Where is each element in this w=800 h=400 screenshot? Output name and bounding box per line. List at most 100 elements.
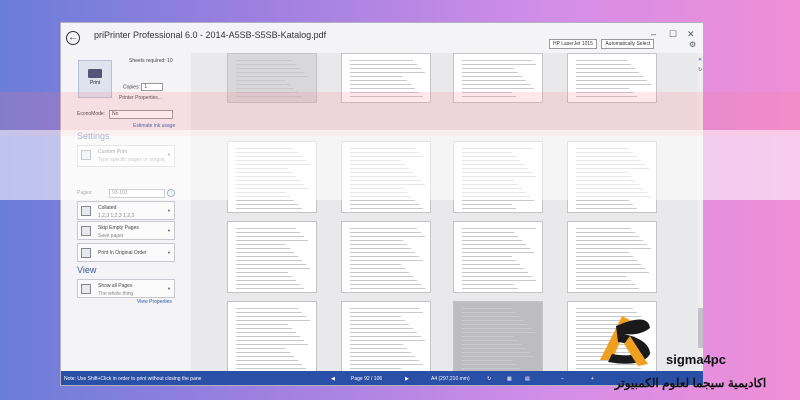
page-text-line: [576, 164, 645, 165]
page-text-line: [350, 84, 411, 85]
printer-bar: HP LaserJet 1015 Automatically Select: [549, 39, 657, 49]
custom-print-icon: [81, 150, 91, 160]
preview-scrollbar[interactable]: [697, 53, 703, 371]
page-thumbnail[interactable]: [567, 53, 657, 103]
view-grid-icon[interactable]: ▦: [507, 376, 512, 382]
page-thumbnail[interactable]: [453, 221, 543, 293]
maximize-button[interactable]: ☐: [669, 29, 677, 40]
page-thumbnail[interactable]: [227, 53, 317, 103]
page-text-line: [462, 200, 534, 201]
minimize-button[interactable]: –: [651, 29, 656, 39]
printer-properties-link[interactable]: Printer Properties...: [119, 95, 162, 101]
page-text-line: [576, 76, 643, 77]
rotate-icon[interactable]: ↻: [487, 376, 491, 382]
mode-select[interactable]: Automatically Select: [601, 39, 655, 49]
page-text-line: [350, 264, 401, 265]
page-text-line: [350, 268, 405, 269]
view-properties-link[interactable]: View Properties: [137, 299, 172, 305]
page-thumbnail[interactable]: [453, 141, 543, 213]
estimate-ink-link[interactable]: Estimate ink usage: [133, 123, 175, 129]
econo-select[interactable]: No: [109, 110, 173, 119]
settings-heading: Settings: [77, 131, 110, 141]
page-text-line: [462, 360, 512, 361]
page-text-line: [236, 64, 296, 65]
page-text-line: [236, 280, 296, 281]
page-text-line: [462, 312, 516, 313]
page-text-line: [462, 84, 530, 85]
page-thumbnail[interactable]: [227, 141, 317, 213]
custom-print-option[interactable]: Custom Print Type specific pages or rang…: [77, 145, 175, 167]
page-text-line: [462, 328, 532, 329]
page-thumbnail[interactable]: [567, 141, 657, 213]
next-page-icon[interactable]: ▶: [405, 376, 409, 382]
chevron-down-icon: ▼: [167, 250, 171, 255]
view-heading: View: [77, 265, 97, 275]
chevron-down-icon: ▼: [167, 152, 171, 157]
page-thumbnail[interactable]: [453, 53, 543, 103]
page-thumbnail[interactable]: [227, 221, 317, 293]
chevron-down-icon: ▼: [167, 228, 171, 233]
page-text-line: [576, 268, 645, 269]
page-text-line: [576, 176, 631, 177]
collated-icon: [81, 206, 91, 216]
show-all-subtitle: The whole thing: [98, 291, 134, 297]
close-pane-icon[interactable]: ✕: [698, 57, 702, 63]
view-list-icon[interactable]: ▤: [525, 376, 530, 382]
page-thumbnail[interactable]: [567, 221, 657, 293]
page-text-line: [350, 252, 415, 253]
page-text-line: [462, 68, 514, 69]
page-text-line: [462, 356, 534, 357]
page-text-line: [576, 204, 633, 205]
first-page-icon[interactable]: ◀: [331, 376, 335, 382]
page-text-line: [236, 316, 306, 317]
back-arrow-icon[interactable]: ←: [66, 31, 80, 45]
zoom-out-icon[interactable]: −: [561, 376, 564, 382]
show-all-pages-option[interactable]: Show all Pages The whole thing ▼: [77, 279, 175, 298]
show-all-title: Show all Pages: [98, 283, 133, 289]
close-button[interactable]: ✕: [687, 29, 695, 40]
page-text-line: [350, 168, 409, 169]
page-text-line: [462, 324, 528, 325]
page-text-line: [350, 332, 417, 333]
info-icon[interactable]: i: [167, 189, 175, 197]
page-text-line: [350, 348, 407, 349]
page-text-line: [576, 232, 635, 233]
pages-label: Pages:: [77, 190, 93, 196]
print-button-label: Print: [89, 80, 101, 86]
page-thumbnail[interactable]: [453, 301, 543, 371]
page-text-line: [576, 80, 647, 81]
page-text-line: [462, 72, 518, 73]
original-order-option[interactable]: Print In Original Order ▼: [77, 243, 175, 262]
page-text-line: [236, 204, 298, 205]
page-text-line: [350, 88, 415, 89]
page-thumbnail[interactable]: [341, 301, 431, 371]
scroll-thumb[interactable]: [698, 308, 703, 348]
collated-option[interactable]: Collated 1,2,3 1,2,3 1,2,3 ▼: [77, 201, 175, 220]
pages-grid-icon: [81, 284, 91, 294]
printer-select[interactable]: HP LaserJet 1015: [549, 39, 597, 49]
page-thumbnail[interactable]: [227, 301, 317, 371]
page-thumbnail[interactable]: [341, 53, 431, 103]
page-thumbnail[interactable]: [341, 221, 431, 293]
page-text-line: [576, 156, 637, 157]
page-text-line: [462, 60, 532, 61]
skip-empty-option[interactable]: Skip Empty Pages Save paper ▼: [77, 221, 175, 240]
page-text-line: [350, 92, 419, 93]
gear-icon[interactable]: ⚙: [689, 40, 696, 49]
page-text-line: [236, 244, 286, 245]
page-text-line: [350, 200, 415, 201]
page-text-line: [236, 168, 288, 169]
refresh-icon[interactable]: ↻: [698, 67, 702, 73]
page-text-line: [462, 168, 528, 169]
pages-input[interactable]: 93-102: [109, 189, 165, 198]
page-text-line: [350, 276, 413, 277]
page-text-line: [350, 160, 401, 161]
page-text-line: [462, 228, 536, 229]
page-text-line: [236, 256, 298, 257]
copies-stepper[interactable]: 1: [141, 83, 164, 91]
page-thumbnail[interactable]: [341, 141, 431, 213]
page-text-line: [350, 60, 413, 61]
page-text-line: [462, 148, 534, 149]
page-text-line: [236, 268, 310, 269]
print-button[interactable]: Print: [78, 60, 112, 98]
